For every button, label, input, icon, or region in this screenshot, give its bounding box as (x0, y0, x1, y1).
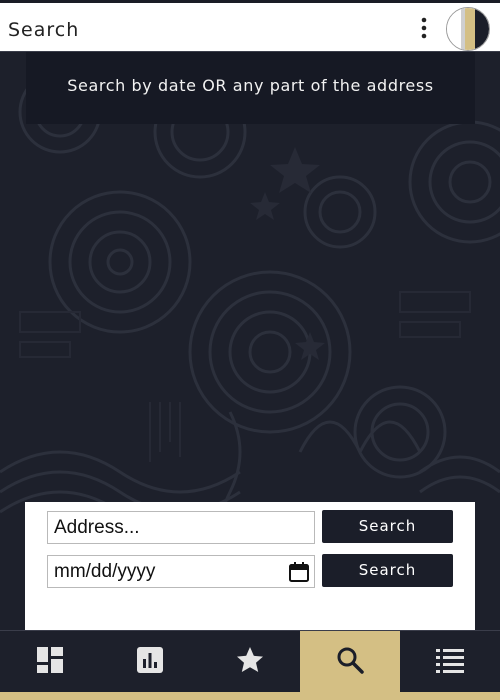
date-search-button[interactable]: Search (322, 554, 453, 587)
search-icon (336, 646, 364, 679)
star-icon (235, 645, 265, 680)
search-panel: Search mm/dd/yyyy Search (25, 502, 475, 630)
date-placeholder: mm/dd/yyyy (54, 560, 156, 582)
avatar[interactable] (446, 7, 490, 51)
address-search-button[interactable]: Search (322, 510, 453, 543)
nav-favorites[interactable] (200, 631, 300, 693)
instruction-banner: Search by date OR any part of the addres… (26, 52, 475, 124)
nav-stats[interactable] (100, 631, 200, 693)
address-input[interactable] (47, 511, 315, 544)
nav-accent-strip (0, 692, 500, 700)
nav-search[interactable] (300, 631, 400, 693)
dashboard-icon (36, 646, 64, 679)
calendar-icon[interactable] (288, 561, 310, 583)
bar-chart-icon (136, 646, 164, 679)
more-vert-icon[interactable] (416, 13, 432, 43)
app-bar: Search (0, 0, 500, 52)
nav-dashboard[interactable] (0, 631, 100, 693)
banner-text: Search by date OR any part of the addres… (67, 76, 434, 95)
app-root: Search Search by date OR any part of the… (0, 0, 500, 700)
list-icon (435, 647, 465, 678)
bottom-navigation (0, 630, 500, 700)
nav-list[interactable] (400, 631, 500, 693)
page-title: Search (8, 19, 80, 41)
date-input[interactable]: mm/dd/yyyy (47, 555, 315, 588)
